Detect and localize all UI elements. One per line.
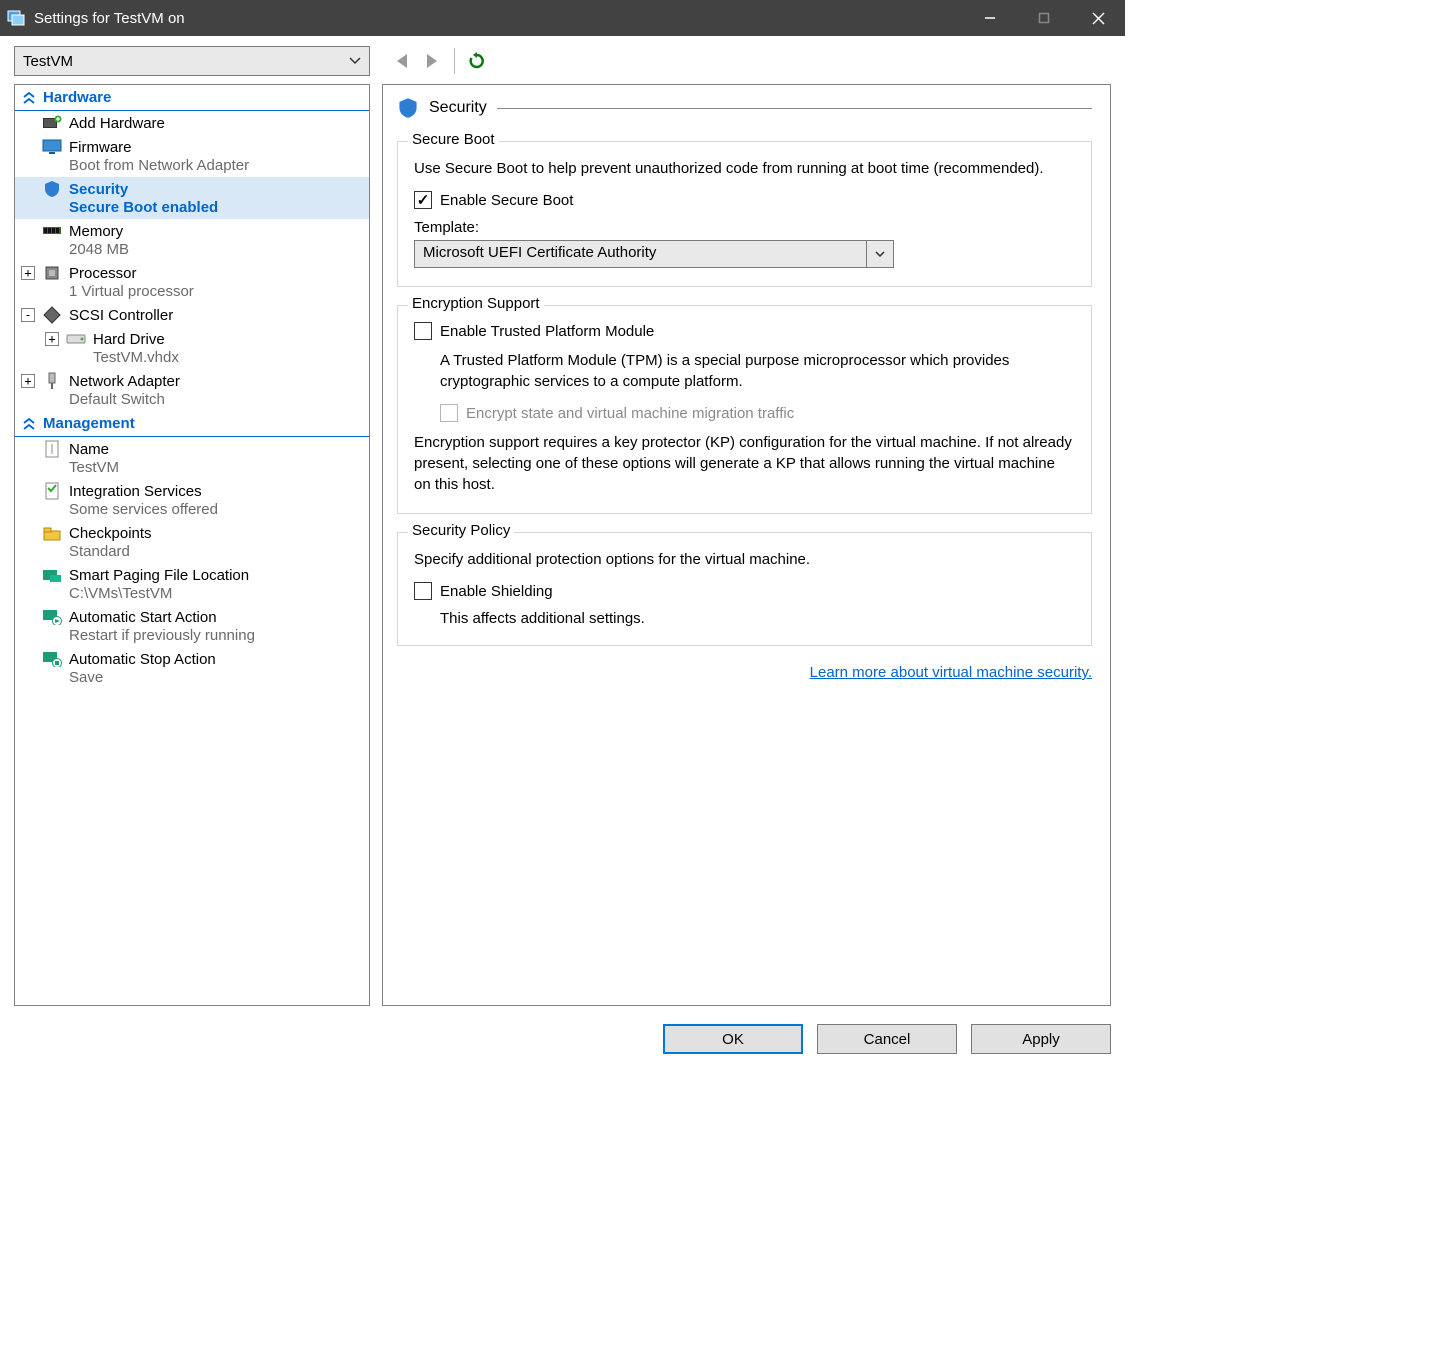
sidebar-sub: 2048 MB <box>21 241 363 258</box>
encryption-group: Encryption Support Enable Trusted Platfo… <box>397 305 1092 514</box>
maximize-button[interactable] <box>1017 0 1071 36</box>
content-panel: Security Secure Boot Use Secure Boot to … <box>382 84 1111 1006</box>
app-icon <box>6 8 26 28</box>
sidebar-sub: Standard <box>21 543 363 560</box>
sidebar-item-autostart[interactable]: Automatic Start Action Restart if previo… <box>15 605 369 647</box>
name-icon <box>41 440 63 458</box>
sidebar-sub: 1 Virtual processor <box>21 283 363 300</box>
nav-back-button[interactable] <box>388 47 416 75</box>
sidebar-sub: TestVM <box>21 459 363 476</box>
chevron-down-icon <box>349 57 361 65</box>
sidebar-sub: Secure Boot enabled <box>21 199 363 216</box>
sidebar-item-scsi[interactable]: - SCSI Controller <box>15 303 369 327</box>
learn-more-link[interactable]: Learn more about virtual machine securit… <box>397 664 1092 681</box>
encryption-note: Encryption support requires a key protec… <box>414 432 1075 495</box>
harddrive-icon <box>65 330 87 348</box>
shield-icon <box>397 97 419 119</box>
enable-shielding-checkbox[interactable] <box>414 582 432 600</box>
sidebar-item-autostop[interactable]: Automatic Stop Action Save <box>15 647 369 689</box>
security-policy-group: Security Policy Specify additional prote… <box>397 532 1092 646</box>
sidebar-item-firmware[interactable]: Firmware Boot from Network Adapter <box>15 135 369 177</box>
enable-secure-boot-checkbox[interactable] <box>414 191 432 209</box>
sidebar-item-smartpaging[interactable]: Smart Paging File Location C:\VMs\TestVM <box>15 563 369 605</box>
secure-boot-desc: Use Secure Boot to help prevent unauthor… <box>414 158 1075 179</box>
sidebar: Hardware Add Hardware Firmware Boot from… <box>14 84 370 1006</box>
template-value: Microsoft UEFI Certificate Authority <box>415 241 867 267</box>
sidebar-item-processor[interactable]: + Processor 1 Virtual processor <box>15 261 369 303</box>
smartpaging-icon <box>41 566 63 584</box>
enable-tpm-checkbox[interactable] <box>414 322 432 340</box>
expand-icon[interactable]: + <box>45 332 59 346</box>
monitor-icon <box>41 138 63 156</box>
add-hardware-icon <box>41 114 63 132</box>
autostop-icon <box>41 650 63 668</box>
checkbox-label: Enable Shielding <box>440 583 553 600</box>
secure-boot-group: Secure Boot Use Secure Boot to help prev… <box>397 141 1092 287</box>
toolbar: TestVM <box>0 36 1125 84</box>
sidebar-sub: C:\VMs\TestVM <box>21 585 363 602</box>
template-combobox[interactable]: Microsoft UEFI Certificate Authority <box>414 240 894 268</box>
legend: Encryption Support <box>408 295 544 312</box>
encrypt-traffic-checkbox <box>440 404 458 422</box>
sidebar-item-security[interactable]: Security Secure Boot enabled <box>15 177 369 219</box>
close-button[interactable] <box>1071 0 1125 36</box>
nav-forward-button[interactable] <box>418 47 446 75</box>
checkbox-label: Encrypt state and virtual machine migrat… <box>466 405 794 422</box>
legend: Security Policy <box>408 522 514 539</box>
apply-button[interactable]: Apply <box>971 1024 1111 1054</box>
sidebar-sub: Save <box>21 669 363 686</box>
sidebar-sub: Default Switch <box>21 391 363 408</box>
sidebar-sub: Restart if previously running <box>21 627 363 644</box>
expand-icon[interactable]: + <box>21 374 35 388</box>
checkbox-label: Enable Trusted Platform Module <box>440 323 654 340</box>
chevron-down-icon <box>867 241 893 267</box>
network-icon <box>41 372 63 390</box>
section-management[interactable]: Management <box>15 411 369 437</box>
tpm-desc: A Trusted Platform Module (TPM) is a spe… <box>440 350 1075 392</box>
refresh-button[interactable] <box>463 47 491 75</box>
divider <box>497 108 1092 109</box>
policy-desc: Specify additional protection options fo… <box>414 549 1075 570</box>
checkpoints-icon <box>41 524 63 542</box>
template-label: Template: <box>414 219 1075 236</box>
legend: Secure Boot <box>408 131 499 148</box>
checkbox-label: Enable Secure Boot <box>440 192 573 209</box>
cpu-icon <box>41 264 63 282</box>
ok-button[interactable]: OK <box>663 1024 803 1054</box>
sidebar-sub: TestVM.vhdx <box>21 349 363 366</box>
cancel-button[interactable]: Cancel <box>817 1024 957 1054</box>
vm-selector[interactable]: TestVM <box>14 46 370 76</box>
separator <box>454 48 455 74</box>
collapse-icon <box>23 92 35 104</box>
collapse-icon[interactable]: - <box>21 308 35 322</box>
expand-icon[interactable]: + <box>21 266 35 280</box>
vm-selector-value: TestVM <box>23 53 73 70</box>
sidebar-item-add-hardware[interactable]: Add Hardware <box>15 111 369 135</box>
sidebar-item-checkpoints[interactable]: Checkpoints Standard <box>15 521 369 563</box>
shield-icon <box>41 180 63 198</box>
minimize-button[interactable] <box>963 0 1017 36</box>
titlebar: Settings for TestVM on <box>0 0 1125 36</box>
sidebar-item-harddrive[interactable]: + Hard Drive TestVM.vhdx <box>15 327 369 369</box>
dialog-buttons: OK Cancel Apply <box>0 1016 1125 1068</box>
sidebar-item-memory[interactable]: Memory 2048 MB <box>15 219 369 261</box>
section-hardware[interactable]: Hardware <box>15 85 369 111</box>
sidebar-item-name[interactable]: Name TestVM <box>15 437 369 479</box>
page-title: Security <box>429 99 487 117</box>
window-title: Settings for TestVM on <box>34 10 963 27</box>
collapse-icon <box>23 418 35 430</box>
sidebar-item-network[interactable]: + Network Adapter Default Switch <box>15 369 369 411</box>
controller-icon <box>41 306 63 324</box>
memory-icon <box>41 222 63 240</box>
sidebar-sub: Boot from Network Adapter <box>21 157 363 174</box>
autostart-icon <box>41 608 63 626</box>
shielding-note: This affects additional settings. <box>440 610 1075 627</box>
sidebar-item-integration[interactable]: Integration Services Some services offer… <box>15 479 369 521</box>
sidebar-sub: Some services offered <box>21 501 363 518</box>
integration-icon <box>41 482 63 500</box>
